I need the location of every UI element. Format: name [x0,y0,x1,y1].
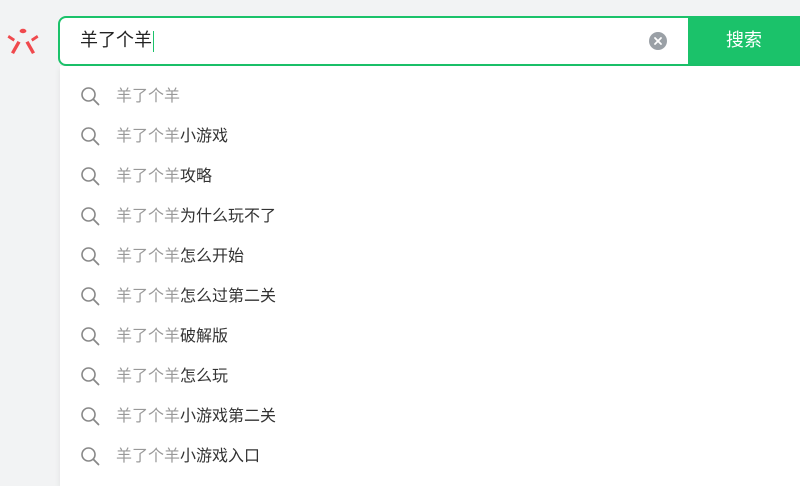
search-icon [81,207,100,226]
clear-icon [654,37,662,45]
search-icon [81,287,100,306]
suggestion-prefix: 羊了个羊 [116,206,181,225]
suggestion-suffix: 小游戏 [180,126,229,145]
suggestion-suffix: 怎么玩 [180,366,229,385]
suggestion-suffix: 攻略 [180,166,213,185]
suggestion-list: 羊了个羊 羊了个羊小游戏 羊了个羊攻略 羊了个羊为什么玩不了 羊了个羊怎么开始 … [60,66,800,476]
search-box: 羊了个羊 搜索 [58,16,800,66]
suggestion-item[interactable]: 羊了个羊破解版 [60,316,800,356]
suggestion-item[interactable]: 羊了个羊小游戏第二关 [60,396,800,436]
clear-button[interactable] [649,32,667,50]
search-icon [81,167,100,186]
suggestion-suffix: 怎么开始 [180,246,245,265]
suggestion-suffix: 破解版 [180,326,229,345]
search-icon [81,127,100,146]
suggestion-prefix: 羊了个羊 [116,286,181,305]
suggestion-item[interactable]: 羊了个羊为什么玩不了 [60,196,800,236]
search-icon [81,367,100,386]
suggestion-suffix: 小游戏第二关 [180,406,277,425]
suggestion-dropdown: 羊了个羊 羊了个羊小游戏 羊了个羊攻略 羊了个羊为什么玩不了 羊了个羊怎么开始 … [60,66,800,486]
suggestion-prefix: 羊了个羊 [116,406,181,425]
search-icon [81,327,100,346]
suggestion-prefix: 羊了个羊 [116,446,181,465]
search-button[interactable]: 搜索 [688,18,798,64]
suggestion-item[interactable]: 羊了个羊怎么过第二关 [60,276,800,316]
search-query-text: 羊了个羊 [80,30,152,51]
suggestion-prefix: 羊了个羊 [116,326,181,345]
suggestion-item[interactable]: 羊了个羊怎么玩 [60,356,800,396]
suggestion-suffix: 为什么玩不了 [180,206,277,225]
suggestion-item[interactable]: 羊了个羊 [60,76,800,116]
text-caret [153,31,154,52]
suggestion-prefix: 羊了个羊 [116,86,181,105]
suggestion-prefix: 羊了个羊 [116,366,181,385]
suggestion-prefix: 羊了个羊 [116,166,181,185]
suggestion-item[interactable]: 羊了个羊攻略 [60,156,800,196]
suggestion-suffix: 小游戏入口 [180,446,261,465]
suggestion-suffix: 怎么过第二关 [180,286,277,305]
suggestion-item[interactable]: 羊了个羊小游戏入口 [60,436,800,476]
search-input[interactable]: 羊了个羊 [60,18,688,64]
search-icon [81,247,100,266]
suggestion-item[interactable]: 羊了个羊怎么开始 [60,236,800,276]
search-icon [81,87,100,106]
suggestion-prefix: 羊了个羊 [116,126,181,145]
search-icon [81,447,100,466]
search-icon [81,407,100,426]
logo-icon[interactable] [6,27,40,57]
suggestion-prefix: 羊了个羊 [116,246,181,265]
suggestion-item[interactable]: 羊了个羊小游戏 [60,116,800,156]
